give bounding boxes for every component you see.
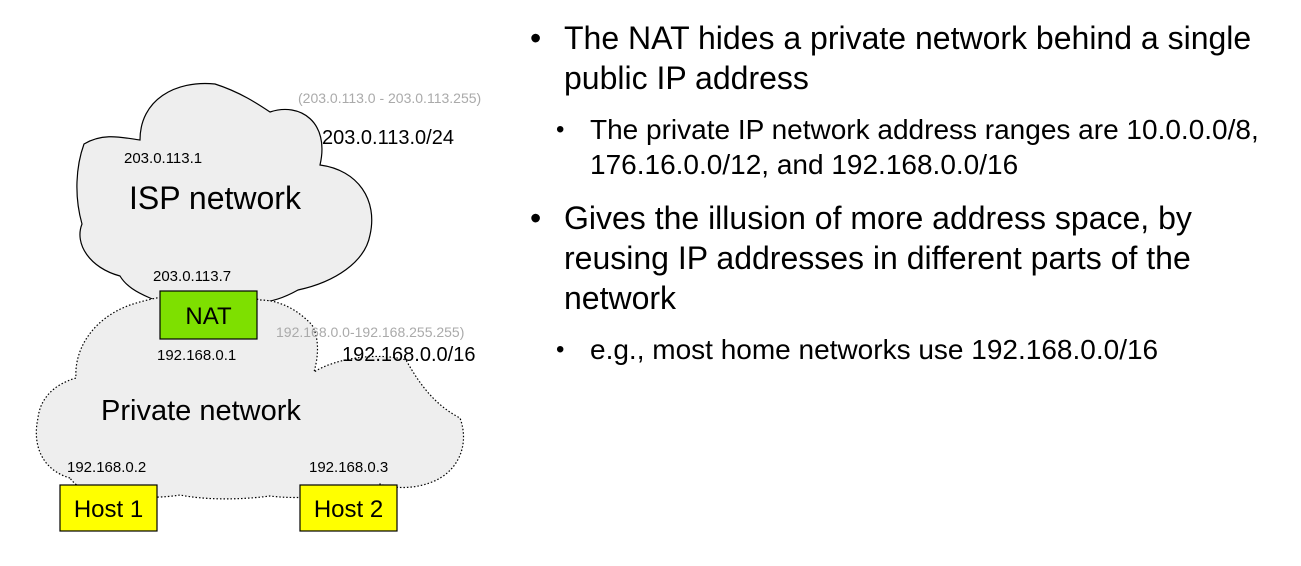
bullet-illusion: • Gives the illusion of more address spa… xyxy=(530,198,1290,318)
isp-prefix-label: 203.0.113.0/24 xyxy=(322,127,454,149)
isp-router-ip: 203.0.113.1 xyxy=(124,150,202,167)
private-network-label: Private network xyxy=(101,395,301,427)
bullet-illusion-text: Gives the illusion of more address space… xyxy=(564,200,1192,316)
host-1-label: Host 1 xyxy=(74,496,143,523)
isp-network-label: ISP network xyxy=(129,180,302,216)
nat-label: NAT xyxy=(185,303,232,330)
host-1-ip: 192.168.0.2 xyxy=(67,459,146,476)
nat-network-diagram: NAT Host 1 Host 2 (203.0.113.0 - 203.0.1… xyxy=(35,82,481,532)
host-2-ip: 192.168.0.3 xyxy=(309,459,388,476)
bullet-private-ranges-text: The private IP network address ranges ar… xyxy=(590,114,1259,180)
bullet-private-ranges: • The private IP network address ranges … xyxy=(556,112,1290,182)
bullet-nat-hides-text: The NAT hides a private network behind a… xyxy=(564,20,1252,96)
bullet-dot: • xyxy=(530,20,542,56)
bullet-nat-hides: • The NAT hides a private network behind… xyxy=(530,18,1290,98)
private-range-label: 192.168.0.0-192.168.255.255) xyxy=(276,324,464,340)
bullet-dot: • xyxy=(530,200,542,236)
bullet-dot: • xyxy=(556,336,565,363)
bullet-home-networks: • e.g., most home networks use 192.168.0… xyxy=(556,332,1290,367)
private-prefix-label: 192.168.0.0/16 xyxy=(342,344,475,366)
host-2-label: Host 2 xyxy=(314,496,383,523)
bullet-home-networks-text: e.g., most home networks use 192.168.0.0… xyxy=(590,334,1159,365)
isp-range-label: (203.0.113.0 - 203.0.113.255) xyxy=(298,90,481,106)
bullet-dot: • xyxy=(556,116,565,143)
nat-private-ip: 192.168.0.1 xyxy=(157,347,236,364)
nat-public-ip: 203.0.113.7 xyxy=(153,268,231,285)
bullet-list: • The NAT hides a private network behind… xyxy=(530,18,1290,383)
